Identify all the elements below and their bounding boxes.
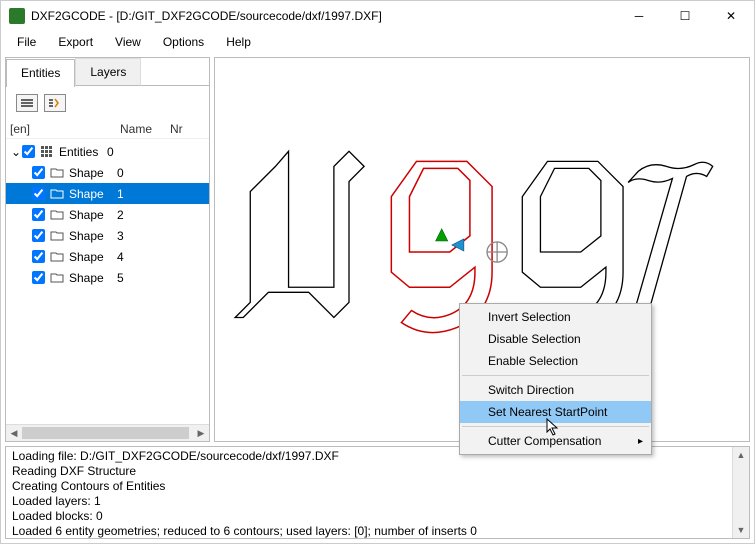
ctx-enable-selection[interactable]: Enable Selection xyxy=(460,350,651,372)
tree-checkbox[interactable] xyxy=(32,166,45,179)
tree-checkbox[interactable] xyxy=(32,208,45,221)
tab-layers[interactable]: Layers xyxy=(75,58,141,86)
grid-icon xyxy=(39,145,55,159)
ctx-invert-selection[interactable]: Invert Selection xyxy=(460,306,651,328)
tree-checkbox[interactable] xyxy=(32,187,45,200)
log-line: Reading DXF Structure xyxy=(12,464,726,479)
collapse-all-button[interactable] xyxy=(16,94,38,112)
menu-view[interactable]: View xyxy=(105,33,151,51)
app-icon xyxy=(9,8,25,24)
maximize-button[interactable]: ☐ xyxy=(662,1,708,31)
menu-separator xyxy=(462,375,649,376)
menu-export[interactable]: Export xyxy=(48,33,103,51)
folder-icon xyxy=(49,229,65,243)
scrollbar-thumb[interactable] xyxy=(22,427,189,439)
tree-checkbox[interactable] xyxy=(32,271,45,284)
tree-item-nr: 5 xyxy=(117,271,137,285)
tree-toggle-icon[interactable]: ⌄ xyxy=(10,145,22,159)
log-line: Loaded layers: 1 xyxy=(12,494,726,509)
tree-item-name: Shape xyxy=(69,250,117,264)
tree-header-en: [en] xyxy=(10,122,120,136)
tree-item-nr: 1 xyxy=(117,187,137,201)
tree-item-name: Shape xyxy=(69,166,117,180)
tree-item-nr: 2 xyxy=(117,208,137,222)
tab-entities[interactable]: Entities xyxy=(6,59,75,87)
entities-panel: Entities Layers [en] Name Nr ⌄ xyxy=(5,57,210,442)
tree-row[interactable]: Shape 3 xyxy=(6,225,209,246)
log-line: Creating Contours of Entities xyxy=(12,479,726,494)
expand-all-button[interactable] xyxy=(44,94,66,112)
tree-row[interactable]: Shape 4 xyxy=(6,246,209,267)
minimize-button[interactable]: ─ xyxy=(616,1,662,31)
context-menu: Invert Selection Disable Selection Enabl… xyxy=(459,303,652,455)
scroll-left-icon[interactable]: ◀ xyxy=(6,425,22,441)
folder-icon xyxy=(49,166,65,180)
tree-item-nr: 0 xyxy=(117,166,137,180)
app-window: DXF2GCODE - [D:/GIT_DXF2GCODE/sourcecode… xyxy=(0,0,755,544)
tree-checkbox[interactable] xyxy=(32,250,45,263)
tree-row[interactable]: Shape 2 xyxy=(6,204,209,225)
tree-checkbox[interactable] xyxy=(22,145,35,158)
vertical-scrollbar[interactable]: ▲ ▼ xyxy=(732,447,749,538)
menu-options[interactable]: Options xyxy=(153,33,214,51)
tree-header-nr: Nr xyxy=(170,122,194,136)
ctx-disable-selection[interactable]: Disable Selection xyxy=(460,328,651,350)
tree-item-name: Shape xyxy=(69,208,117,222)
log-line: Loaded blocks: 0 xyxy=(12,509,726,524)
menu-help[interactable]: Help xyxy=(216,33,261,51)
close-button[interactable]: ✕ xyxy=(708,1,754,31)
panel-toolbar xyxy=(6,86,209,120)
menu-separator xyxy=(462,426,649,427)
entities-tree[interactable]: ⌄ Entities 0 Shape 0 Shape 1 xyxy=(6,139,209,424)
tree-header-name: Name xyxy=(120,122,170,136)
tree-item-nr: 4 xyxy=(117,250,137,264)
horizontal-scrollbar[interactable]: ◀ ▶ xyxy=(6,424,209,441)
ctx-set-nearest-startpoint[interactable]: Set Nearest StartPoint xyxy=(460,401,651,423)
folder-icon xyxy=(49,271,65,285)
folder-icon xyxy=(49,250,65,264)
tree-item-name: Shape xyxy=(69,271,117,285)
shape-0 xyxy=(235,151,364,317)
panel-tabs: Entities Layers xyxy=(6,58,209,86)
menubar: File Export View Options Help xyxy=(1,31,754,53)
folder-icon xyxy=(49,208,65,222)
log-output: Loading file: D:/GIT_DXF2GCODE/sourcecod… xyxy=(6,447,732,538)
start-point-marker xyxy=(436,229,464,251)
window-title: DXF2GCODE - [D:/GIT_DXF2GCODE/sourcecode… xyxy=(31,9,616,23)
tree-root-name: Entities xyxy=(59,145,107,159)
tree-root-nr: 0 xyxy=(107,145,127,159)
folder-icon xyxy=(49,187,65,201)
titlebar: DXF2GCODE - [D:/GIT_DXF2GCODE/sourcecode… xyxy=(1,1,754,31)
tree-row[interactable]: Shape 0 xyxy=(6,162,209,183)
tree-row[interactable]: Shape 5 xyxy=(6,267,209,288)
tree-row-selected[interactable]: Shape 1 xyxy=(6,183,209,204)
tree-item-name: Shape xyxy=(69,229,117,243)
scroll-right-icon[interactable]: ▶ xyxy=(193,425,209,441)
menu-file[interactable]: File xyxy=(7,33,46,51)
log-line: Loaded 6 entity geometries; reduced to 6… xyxy=(12,524,726,538)
tree-item-nr: 3 xyxy=(117,229,137,243)
tree-item-name: Shape xyxy=(69,187,117,201)
target-marker xyxy=(487,242,507,262)
scroll-down-icon[interactable]: ▼ xyxy=(733,522,749,538)
tree-checkbox[interactable] xyxy=(32,229,45,242)
ctx-switch-direction[interactable]: Switch Direction xyxy=(460,379,651,401)
scroll-up-icon[interactable]: ▲ xyxy=(733,447,749,463)
tree-header: [en] Name Nr xyxy=(6,120,209,139)
tree-root[interactable]: ⌄ Entities 0 xyxy=(6,141,209,162)
ctx-cutter-compensation[interactable]: Cutter Compensation xyxy=(460,430,651,452)
status-panel: Loading file: D:/GIT_DXF2GCODE/sourcecod… xyxy=(5,446,750,539)
